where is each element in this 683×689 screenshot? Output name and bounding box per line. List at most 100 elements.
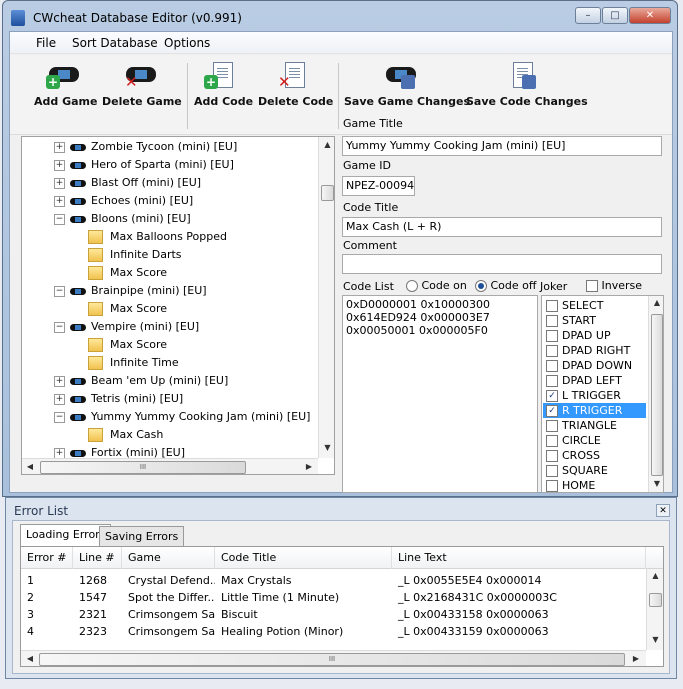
inverse-checkbox[interactable]: Inverse xyxy=(586,279,642,292)
tree-game-node[interactable]: − Yummy Yummy Cooking Jam (mini) [EU] xyxy=(54,408,310,426)
tab-loading-errors[interactable]: Loading Errors xyxy=(20,524,112,546)
game-id-field[interactable]: NPEZ-00094 xyxy=(342,176,415,196)
tree-game-node[interactable]: + Blast Off (mini) [EU] xyxy=(54,174,201,192)
checkbox-checked[interactable]: ✓ xyxy=(546,405,558,417)
collapse-icon[interactable]: − xyxy=(54,411,65,423)
checkbox[interactable] xyxy=(546,300,558,312)
checkbox-checked[interactable]: ✓ xyxy=(546,390,558,402)
error-vertical-scrollbar[interactable]: ▲ ▼ xyxy=(646,569,663,650)
joker-item[interactable]: DPAD UP xyxy=(543,328,646,343)
collapse-icon[interactable]: − xyxy=(54,285,65,297)
joker-item[interactable]: DPAD RIGHT xyxy=(543,343,646,358)
scroll-left-arrow[interactable]: ◀ xyxy=(25,654,35,663)
radio-button[interactable] xyxy=(406,280,418,292)
delete-game-button[interactable]: ✕ Delete Game xyxy=(102,61,182,108)
code-on-radio[interactable]: Code on xyxy=(406,279,467,292)
tree-code-node[interactable]: Infinite Time xyxy=(88,354,179,372)
game-title-field[interactable]: Yummy Yummy Cooking Jam (mini) [EU] xyxy=(342,136,662,156)
joker-vertical-scrollbar[interactable]: ▲ ▼ xyxy=(648,296,663,492)
table-row[interactable]: 1 1268 Crystal Defend... Max Crystals _L 0x0… xyxy=(21,572,646,589)
expand-icon[interactable]: + xyxy=(54,447,65,459)
code-list-textarea[interactable]: 0xD0000001 0x10000300 0x614ED924 0x00000… xyxy=(342,295,538,493)
tree-horizontal-scrollbar[interactable]: ◀ III ▶ xyxy=(22,458,318,474)
scroll-up-arrow[interactable]: ▲ xyxy=(647,571,663,580)
joker-item[interactable]: SELECT xyxy=(543,298,646,313)
column-line-text[interactable]: Line Text xyxy=(392,547,646,569)
joker-item[interactable]: DPAD DOWN xyxy=(543,358,646,373)
tree-game-node[interactable]: − Brainpipe (mini) [EU] xyxy=(54,282,207,300)
tree-code-node[interactable]: Max Score xyxy=(88,336,167,354)
checkbox[interactable] xyxy=(546,330,558,342)
tab-saving-errors[interactable]: Saving Errors xyxy=(99,526,185,546)
scroll-right-arrow[interactable]: ▶ xyxy=(631,654,641,663)
title-bar[interactable]: CWcheat Database Editor (v0.991) – □ ✕ xyxy=(3,1,677,31)
joker-item[interactable]: HOME xyxy=(543,478,646,492)
game-tree[interactable]: + Zombie Tycoon (mini) [EU] + Hero of Spart… xyxy=(21,136,335,475)
code-title-field[interactable]: Max Cash (L + R) xyxy=(342,217,662,237)
table-row[interactable]: 3 2321 Crimsongem Sa... Biscuit _L 0x0043315… xyxy=(21,606,646,623)
comment-field[interactable] xyxy=(342,254,662,274)
tree-game-node[interactable]: + Tetris (mini) [EU] xyxy=(54,390,183,408)
checkbox[interactable] xyxy=(546,480,558,492)
checkbox[interactable] xyxy=(586,280,598,292)
table-row[interactable]: 2 1547 Spot the Differ... Little Time (1 Mi… xyxy=(21,589,646,606)
expand-icon[interactable]: + xyxy=(54,177,65,189)
scroll-thumb[interactable] xyxy=(651,314,663,476)
close-button[interactable]: ✕ xyxy=(629,7,671,24)
tree-game-node[interactable]: + Zombie Tycoon (mini) [EU] xyxy=(54,138,237,156)
collapse-icon[interactable]: − xyxy=(54,213,65,225)
scroll-thumb[interactable]: III xyxy=(40,461,246,474)
tree-code-node[interactable]: Max Score xyxy=(88,264,167,282)
joker-button-list[interactable]: SELECT START DPAD UP DPAD RIGHT DPAD DOWN DPA… xyxy=(541,295,664,493)
table-row[interactable]: 4 2323 Crimsongem Sa... Healing Potion (Min… xyxy=(21,623,646,640)
scroll-thumb[interactable]: III xyxy=(39,653,625,666)
scroll-left-arrow[interactable]: ◀ xyxy=(25,462,35,471)
scroll-down-arrow[interactable]: ▼ xyxy=(319,443,334,452)
joker-item[interactable]: TRIANGLE xyxy=(543,418,646,433)
save-code-changes-button[interactable]: Save Code Changes xyxy=(466,61,588,108)
collapse-icon[interactable]: − xyxy=(54,321,65,333)
expand-icon[interactable]: + xyxy=(54,159,65,171)
checkbox[interactable] xyxy=(546,375,558,387)
maximize-button[interactable]: □ xyxy=(602,7,628,24)
tree-game-node[interactable]: − Bloons (mini) [EU] xyxy=(54,210,191,228)
tree-game-node[interactable]: + Echoes (mini) [EU] xyxy=(54,192,193,210)
checkbox[interactable] xyxy=(546,360,558,372)
scroll-down-arrow[interactable]: ▼ xyxy=(647,635,663,644)
tree-code-node[interactable]: Max Cash xyxy=(88,426,163,444)
radio-button[interactable] xyxy=(475,280,487,292)
menu-sort-database[interactable]: Sort Database xyxy=(72,36,158,50)
add-code-button[interactable]: + Add Code xyxy=(194,61,253,108)
save-game-changes-button[interactable]: Save Game Changes xyxy=(344,61,470,108)
tree-game-node[interactable]: − Vempire (mini) [EU] xyxy=(54,318,199,336)
checkbox[interactable] xyxy=(546,420,558,432)
joker-item[interactable]: ✓ L TRIGGER xyxy=(543,388,646,403)
joker-item[interactable]: DPAD LEFT xyxy=(543,373,646,388)
scroll-up-arrow[interactable]: ▲ xyxy=(649,298,663,307)
tree-game-node[interactable]: + Hero of Sparta (mini) [EU] xyxy=(54,156,234,174)
delete-code-button[interactable]: ✕ Delete Code xyxy=(258,61,333,108)
checkbox[interactable] xyxy=(546,450,558,462)
tree-code-node[interactable]: Infinite Darts xyxy=(88,246,182,264)
column-line-number[interactable]: Line # xyxy=(73,547,122,569)
checkbox[interactable] xyxy=(546,465,558,477)
checkbox[interactable] xyxy=(546,315,558,327)
scroll-thumb[interactable] xyxy=(649,593,662,607)
tree-game-node[interactable]: + Beam 'em Up (mini) [EU] xyxy=(54,372,228,390)
scroll-up-arrow[interactable]: ▲ xyxy=(319,140,334,149)
menu-file[interactable]: File xyxy=(36,36,56,50)
error-listview[interactable]: Error # Line # Game Code Title Line Text… xyxy=(20,546,664,667)
scroll-thumb[interactable] xyxy=(321,185,334,201)
expand-icon[interactable]: + xyxy=(54,375,65,387)
tree-code-node[interactable]: Max Balloons Popped xyxy=(88,228,227,246)
add-game-button[interactable]: + Add Game xyxy=(34,61,97,108)
expand-icon[interactable]: + xyxy=(54,195,65,207)
checkbox[interactable] xyxy=(546,435,558,447)
menu-options[interactable]: Options xyxy=(164,36,210,50)
column-game[interactable]: Game xyxy=(122,547,215,569)
error-list-close-button[interactable]: ✕ xyxy=(656,504,670,517)
tree-code-node[interactable]: Max Score xyxy=(88,300,167,318)
column-error-number[interactable]: Error # xyxy=(21,547,73,569)
expand-icon[interactable]: + xyxy=(54,393,65,405)
checkbox[interactable] xyxy=(546,345,558,357)
